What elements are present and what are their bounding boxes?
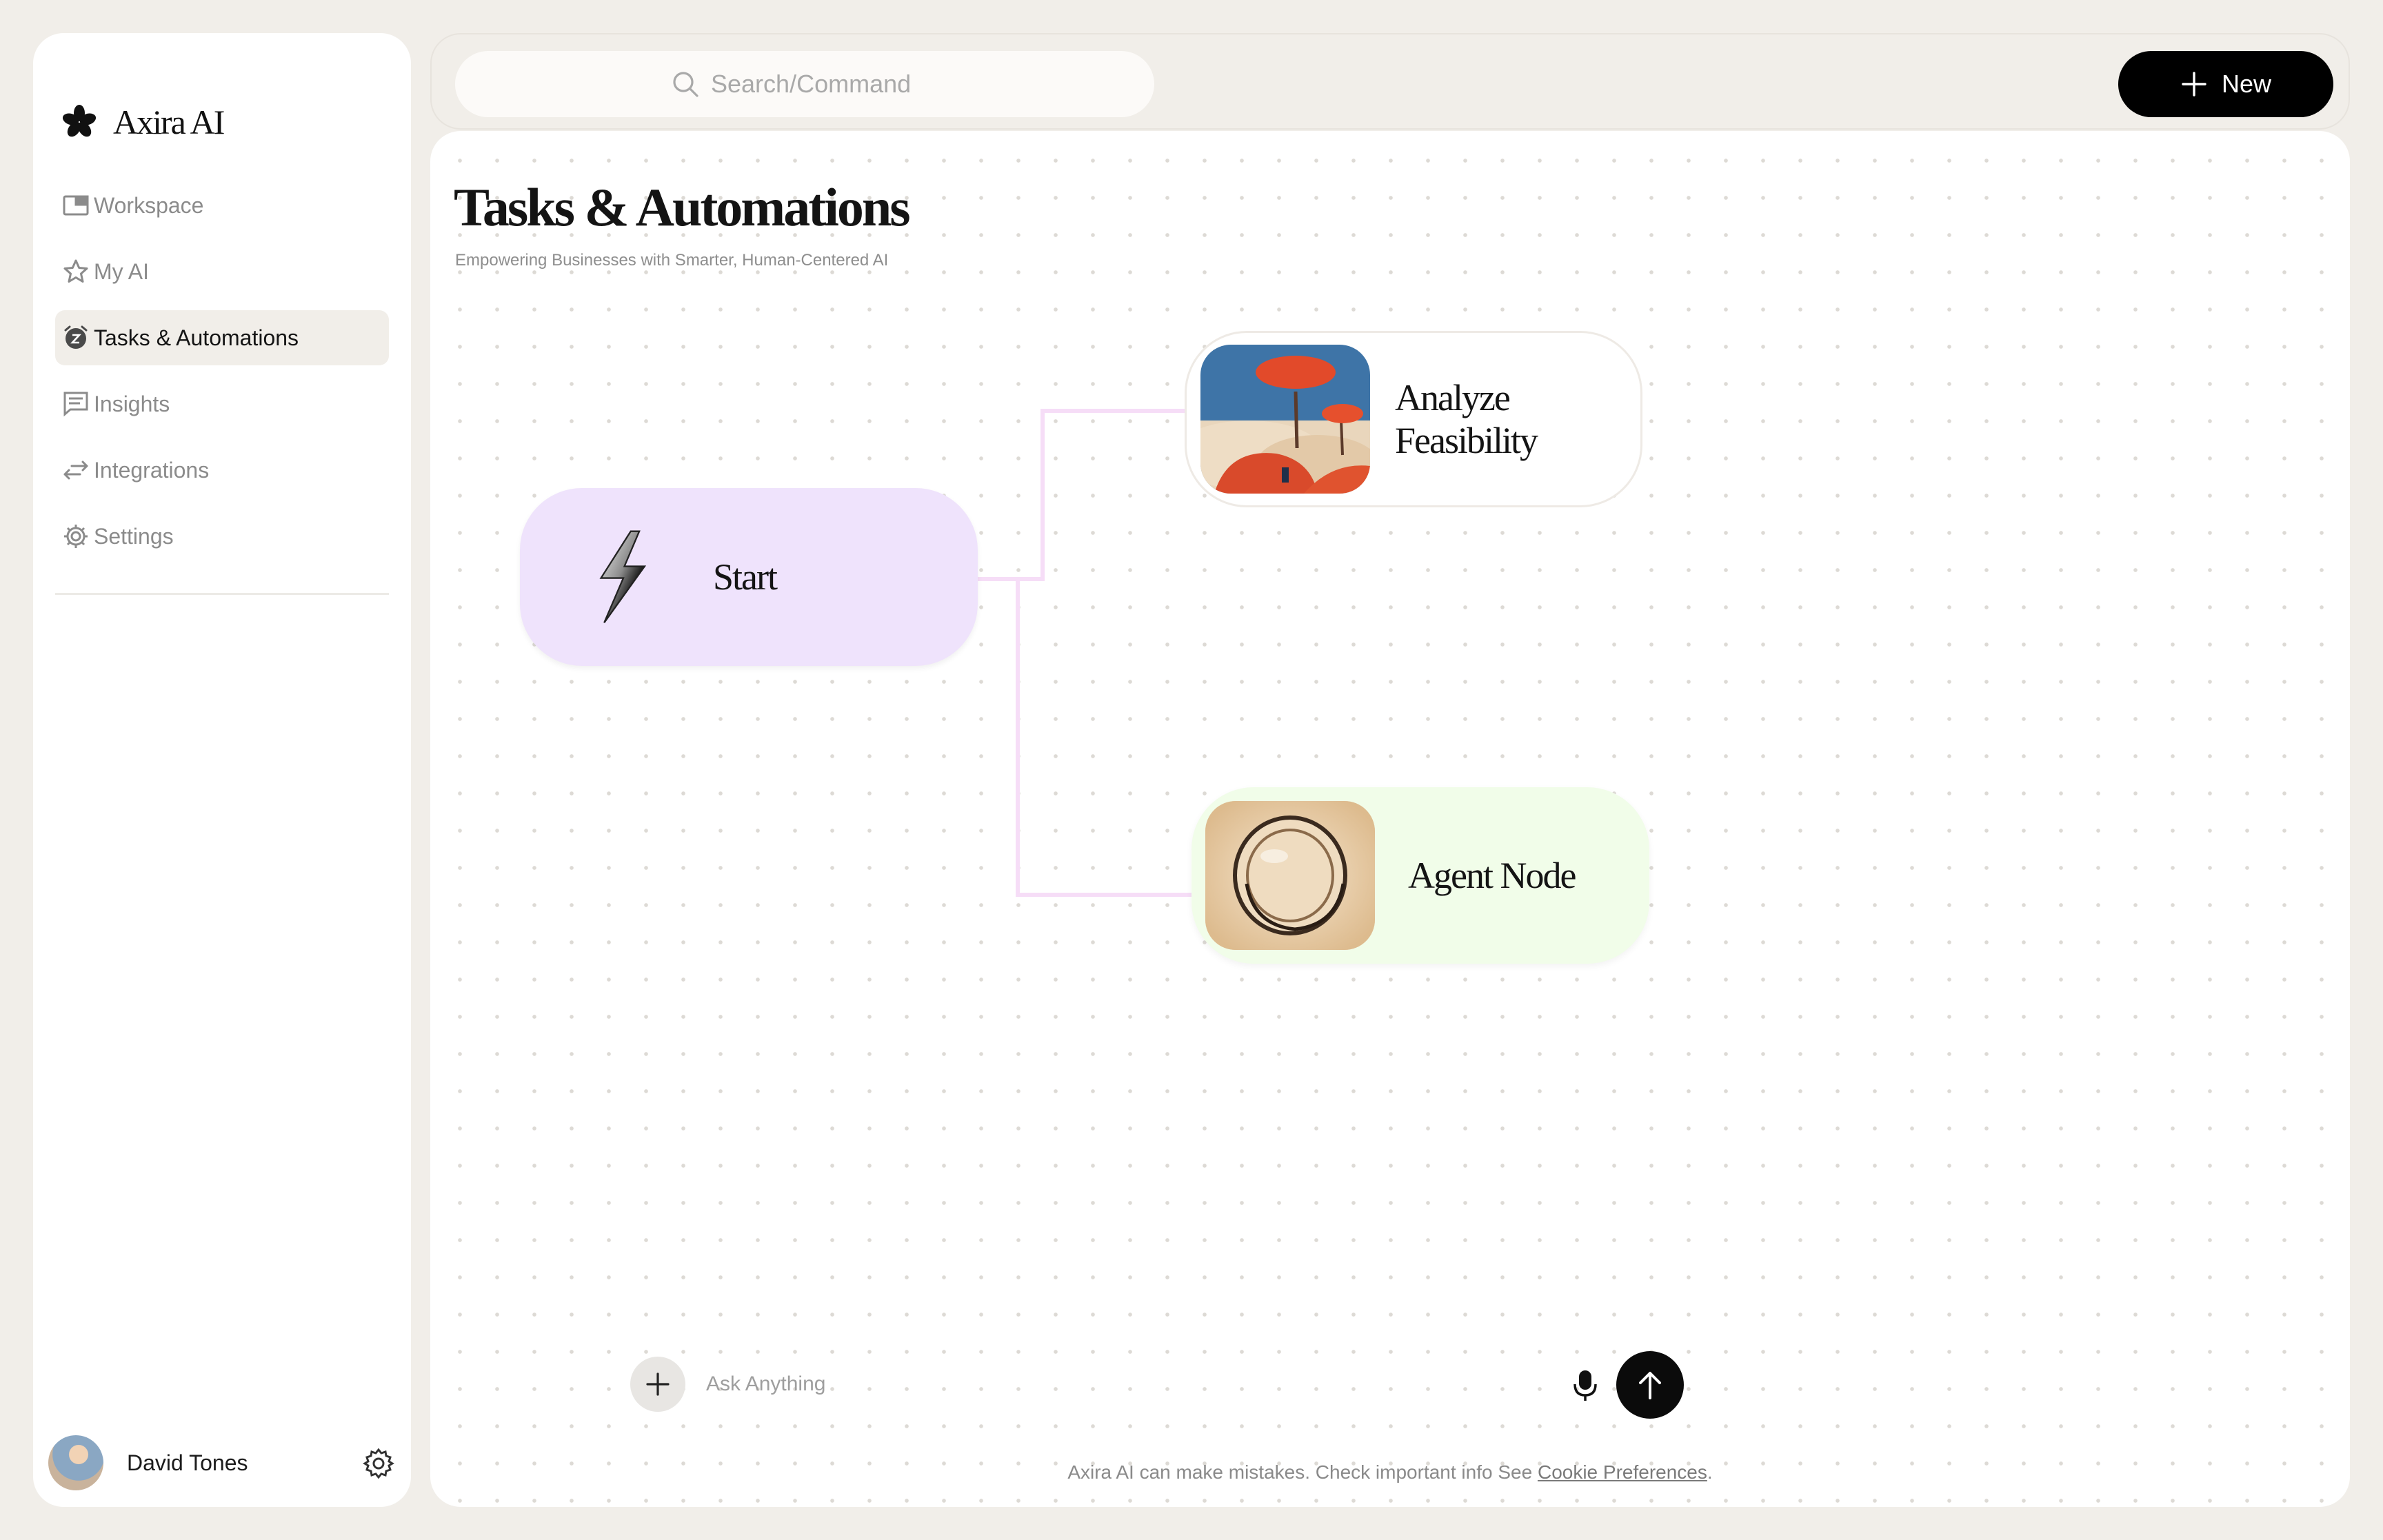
- start-node-label: Start: [713, 556, 778, 598]
- sidebar-item-label: Tasks & Automations: [94, 325, 299, 350]
- sidebar-item-insights[interactable]: Insights: [55, 376, 389, 432]
- user-name: David Tones: [127, 1450, 248, 1475]
- search-bar[interactable]: [455, 51, 1154, 117]
- star-icon: [63, 259, 88, 283]
- arrows-swap-icon: [63, 460, 88, 480]
- sidebar-item-workspace[interactable]: Workspace: [55, 178, 389, 233]
- sidebar-item-label: Settings: [94, 523, 174, 549]
- search-icon: [673, 72, 698, 97]
- disclaimer-trailing: .: [1707, 1461, 1713, 1483]
- send-button[interactable]: [1616, 1351, 1684, 1419]
- brand-logo[interactable]: Axira AI: [61, 63, 225, 181]
- flower-logo-icon: [62, 105, 97, 137]
- window-icon: [63, 195, 89, 216]
- agent-node-label: Agent Node: [1408, 855, 1576, 896]
- plus-icon: [646, 1372, 670, 1396]
- avatar[interactable]: [48, 1435, 103, 1490]
- arrow-up-icon: [1639, 1372, 1661, 1399]
- surreal-desert-illustration: [1200, 345, 1370, 494]
- new-button-label: New: [2221, 70, 2272, 98]
- alarm-clock-icon: [64, 325, 88, 349]
- sidebar-item-tasks-automations[interactable]: Tasks & Automations: [55, 310, 389, 365]
- sidebar-item-my-ai[interactable]: My AI: [55, 244, 389, 299]
- connector-start-analyze: [978, 409, 1185, 581]
- gear-icon: [64, 525, 88, 548]
- sidebar-item-label: Workspace: [94, 192, 204, 218]
- message-icon: [63, 392, 88, 417]
- sidebar-item-label: Integrations: [94, 457, 210, 483]
- sidebar-item-settings[interactable]: Settings: [55, 509, 389, 564]
- microphone-icon[interactable]: [1569, 1368, 1601, 1402]
- analyze-node-image: [1200, 345, 1370, 494]
- sidebar-divider: [55, 593, 389, 595]
- disclaimer: Axira AI can make mistakes. Check import…: [430, 1461, 2350, 1483]
- sidebar-item-integrations[interactable]: Integrations: [55, 443, 389, 498]
- analyze-feasibility-node[interactable]: Analyze Feasibility: [1185, 331, 1642, 507]
- search-input[interactable]: [711, 70, 938, 99]
- plus-icon: [2182, 72, 2206, 97]
- workflow-canvas[interactable]: Tasks & Automations Empowering Businesse…: [430, 131, 2350, 1507]
- cookie-preferences-link[interactable]: Cookie Preferences: [1538, 1461, 1707, 1483]
- sidebar-item-label: My AI: [94, 259, 150, 284]
- glass-ring-illustration: [1205, 801, 1375, 950]
- agent-node-image: [1205, 801, 1375, 950]
- sidebar: Axira AI Workspace My AI Tasks & Automat…: [33, 33, 411, 1507]
- sidebar-nav: Workspace My AI Tasks & Automations Insi…: [55, 178, 389, 575]
- user-profile[interactable]: David Tones: [48, 1434, 396, 1492]
- attach-button[interactable]: [630, 1357, 685, 1412]
- sidebar-item-label: Insights: [94, 391, 170, 416]
- settings-gear-icon[interactable]: [361, 1446, 396, 1481]
- analyze-node-label: Analyze Feasibility: [1395, 377, 1538, 461]
- start-node[interactable]: Start: [520, 488, 978, 666]
- agent-node[interactable]: Agent Node: [1192, 787, 1649, 964]
- new-button[interactable]: New: [2118, 51, 2333, 117]
- top-bar: New: [430, 33, 2350, 130]
- ask-input[interactable]: [706, 1364, 1465, 1405]
- disclaimer-text: Axira AI can make mistakes. Check import…: [1067, 1461, 1533, 1483]
- connector-start-agent: [978, 577, 1192, 897]
- app-name: Axira AI: [113, 103, 225, 141]
- lightning-bolt-icon: [599, 530, 647, 624]
